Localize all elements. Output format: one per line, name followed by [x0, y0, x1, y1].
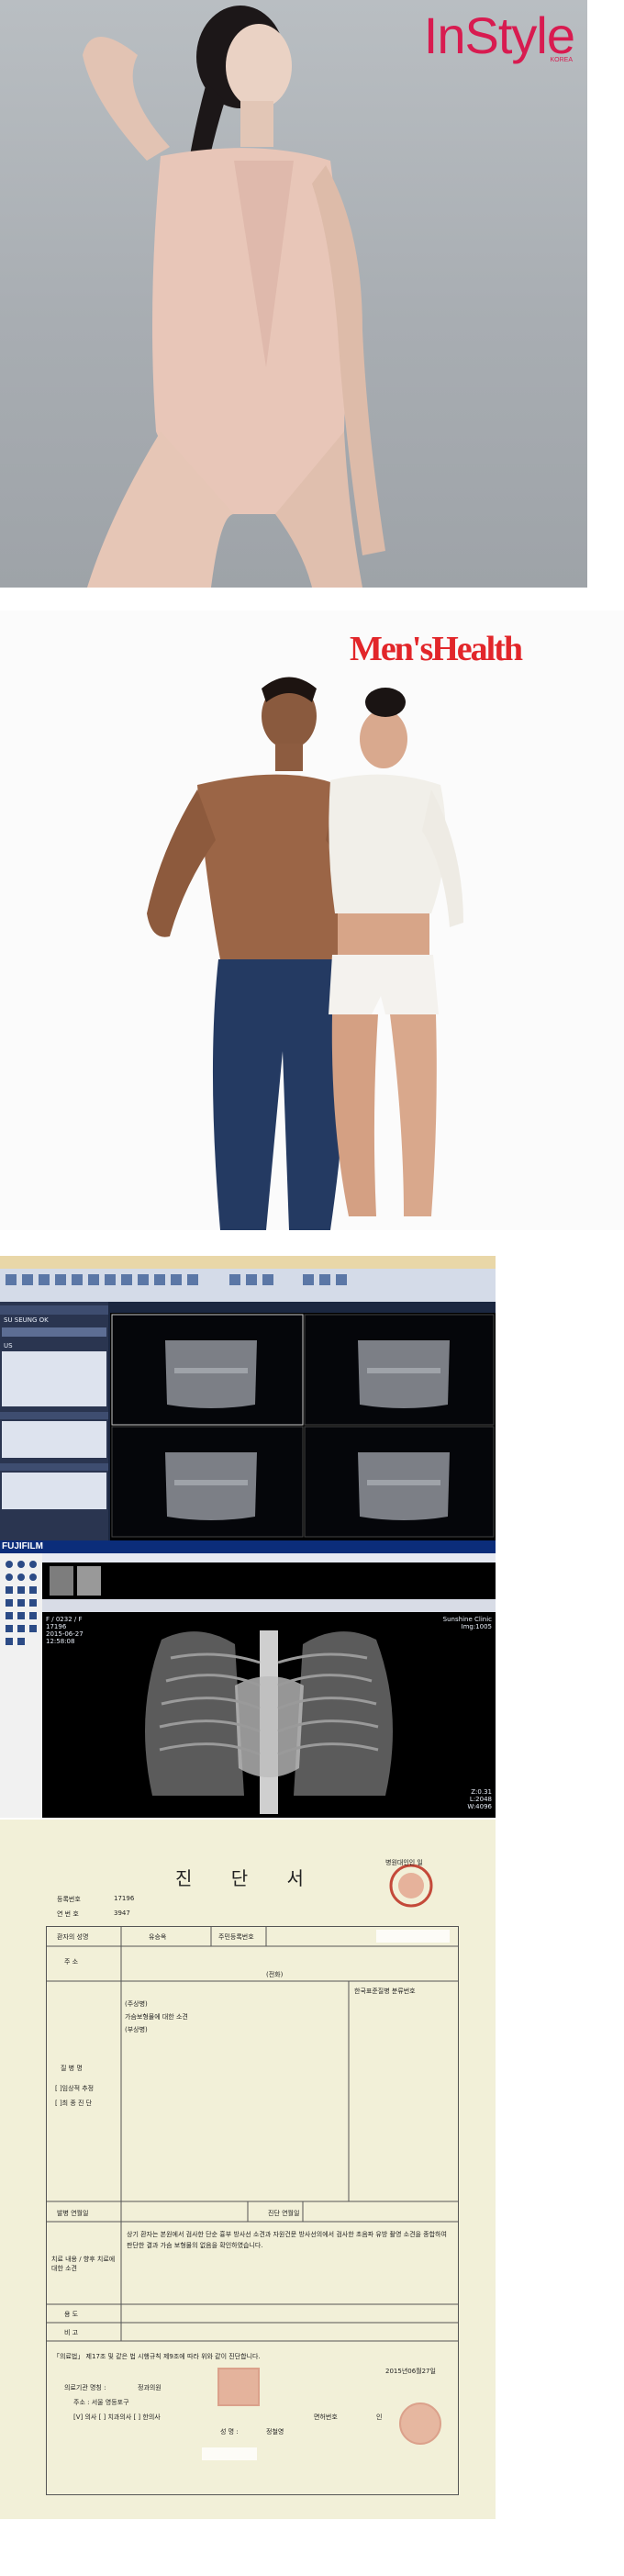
doctor-name-label: 성 명 : [220, 2428, 239, 2436]
viewer-titlebar [0, 1256, 496, 1269]
onset-date-label: 발병 연월일 [57, 2210, 89, 2217]
treatment-label: 치료 내용 / 향후 치료에 대한 소견 [51, 2256, 116, 2272]
xray-view-toolbar[interactable] [42, 1599, 496, 1612]
doctor-name-value: 정철영 [266, 2428, 284, 2436]
primary-diagnosis-label: (주상병) [125, 2000, 148, 2008]
doctor-seal [399, 2402, 441, 2445]
serial-no-value: 3947 [114, 1910, 130, 1917]
purpose-label: 용 도 [64, 2311, 79, 2318]
patient-name-label: 환자의 성명 [57, 1933, 89, 1941]
reg-no-value: 17196 [114, 1895, 135, 1902]
seal-label: 인 [376, 2414, 383, 2421]
serial-no-label: 연 번 호 [57, 1910, 79, 1918]
patient-sidebar: SU SEUNG OK US [0, 1302, 108, 1540]
disease-code-label: 한국표준질병 분류번호 [354, 1988, 416, 1995]
xray-thumbnails[interactable] [42, 1562, 496, 1599]
institution-address: 주소 : 서울 영등포구 [73, 2399, 129, 2406]
patient-name[interactable]: SU SEUNG OK [4, 1316, 49, 1324]
primary-diagnosis-value: 가슴보형물에 대한 소견 [125, 2013, 188, 2021]
patient-name-value: 유승옥 [149, 1933, 167, 1941]
xray-tool-palette[interactable] [0, 1553, 42, 1818]
institution-label: 의료기관 명칭 : [64, 2384, 106, 2391]
viewer-toolbar[interactable] [0, 1269, 496, 1302]
xray-viewer-screenshot: FUJIFILM F / 0232 / F 17196 2015-06-27 1… [0, 1540, 496, 1818]
xray-overlay-zoom: Z:0.31 [471, 1788, 492, 1796]
model-illustration [83, 6, 385, 588]
institution-name: 정과의원 [138, 2384, 162, 2391]
secondary-diagnosis-label: (부상병) [125, 2026, 148, 2033]
chest-xray-image[interactable]: F / 0232 / F 17196 2015-06-27 12:58:08 S… [42, 1612, 496, 1818]
xray-overlay-img: Img:1005 [461, 1623, 493, 1630]
diagnosis-date-label: 진단 연월일 [268, 2210, 300, 2217]
doctor-type: [V] 의사 [ ] 치과의사 [ ] 한의사 [73, 2414, 161, 2421]
treatment-opinion: 상기 환자는 본원에서 검사한 단순 흉부 방사선 소견과 자원건문 방사선의에… [127, 2231, 447, 2249]
couple-illustration [147, 677, 463, 1230]
final-diagnosis-label: [ ]최 종 진 단 [55, 2100, 93, 2107]
diagnosis-certificate: 진 단 서 병원대인인 일 등록번호 17196 연 번 호 3947 환자의 … [0, 1820, 496, 2519]
fujifilm-logo: FUJIFILM [2, 1541, 43, 1551]
xray-topbar: FUJIFILM [0, 1540, 496, 1553]
remarks-label: 비 고 [64, 2329, 79, 2336]
issue-date: 2015년06월27일 [385, 2368, 436, 2375]
menshealth-logo: Men'sHealth [350, 630, 523, 668]
ultrasound-viewer-screenshot: SU SEUNG OK US [0, 1256, 496, 1540]
clinical-estimate-label: [ ]임상적 추정 [55, 2085, 95, 2092]
xray-overlay-line-4: 12:58:08 [46, 1638, 75, 1645]
legal-statement: 「의료법」 제17조 및 같은 법 시행규칙 제9조에 따라 위와 같이 진단합… [53, 2353, 261, 2360]
xray-overlay-line-2: 17196 [46, 1623, 67, 1630]
xray-overlay-line-3: 2015-06-27 [46, 1630, 84, 1638]
address-label: 주 소 [64, 1958, 79, 1966]
reg-no-label: 등록번호 [57, 1896, 81, 1903]
rrn-label: 주민등록번호 [218, 1933, 254, 1941]
xray-tabbar[interactable] [42, 1553, 496, 1562]
xray-overlay-clinic: Sunshine Clinic [442, 1616, 492, 1623]
xray-overlay-level: L:2048 [469, 1796, 492, 1803]
magazine-photo-instyle: InStyle KOREA [0, 0, 587, 588]
xray-overlay-window: W:4096 [467, 1803, 492, 1810]
institution-seal [217, 2368, 260, 2406]
study-label[interactable]: US [4, 1342, 13, 1350]
stamp-caption: 병원대인인 일 [385, 1859, 423, 1866]
instyle-logo-sub: KOREA [550, 57, 573, 63]
phone-label: (전화) [266, 1971, 284, 1978]
xray-overlay-line-1: F / 0232 / F [46, 1616, 83, 1623]
ultrasound-image-grid[interactable] [110, 1313, 496, 1540]
disease-name-label: 질 병 명 [61, 2065, 83, 2072]
license-label: 면허번호 [314, 2414, 338, 2421]
magazine-photo-menshealth: Men'sHealth [0, 610, 624, 1230]
